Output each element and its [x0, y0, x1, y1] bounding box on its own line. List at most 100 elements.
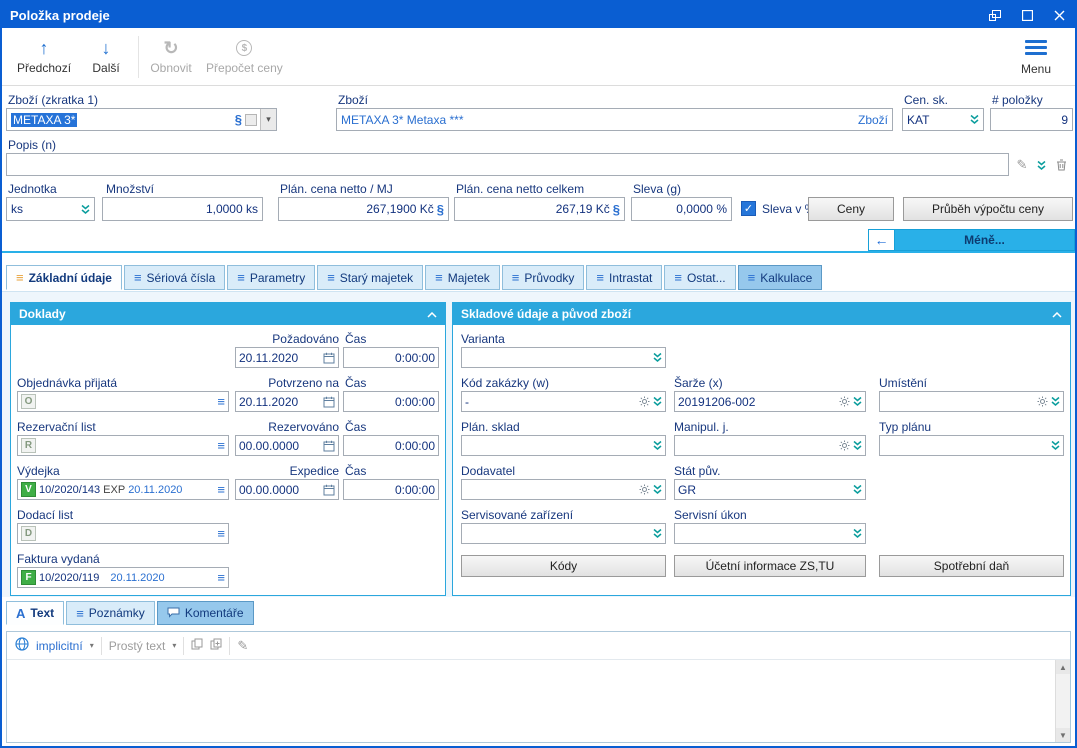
delivery-note-field[interactable]: D ≡ — [17, 523, 229, 544]
less-button[interactable]: ← Méně... — [868, 229, 1075, 251]
zbozi-button[interactable]: Zboží — [858, 113, 888, 127]
tab-kalkulace[interactable]: ≡ Kalkulace — [737, 265, 823, 290]
supplier-combo[interactable] — [461, 479, 666, 500]
price-rates-icon[interactable]: § — [235, 112, 242, 127]
maximize-window-icon[interactable] — [1011, 2, 1043, 28]
collapse-icon[interactable] — [1052, 307, 1062, 321]
requested-time-field[interactable]: 0:00:00 — [343, 347, 439, 368]
tab-komentare[interactable]: Komentáře — [156, 601, 254, 625]
tab-majetek[interactable]: ≡ Majetek — [425, 265, 500, 290]
doc-date[interactable]: 20.11.2020 — [110, 572, 164, 584]
quantity-field[interactable]: 1,0000 ks — [102, 197, 263, 221]
dock-window-icon[interactable] — [979, 2, 1011, 28]
toolbar-separator — [183, 636, 185, 655]
text-editor-area[interactable]: ▲ ▼ — [7, 660, 1070, 742]
tab-text[interactable]: A Text — [6, 601, 65, 625]
invoice-field[interactable]: F 10/2020/119 20.11.2020 ≡ — [17, 567, 229, 588]
unit-combo[interactable]: ks — [6, 197, 95, 221]
product-short-field[interactable]: METAXA 3* § ▾ — [6, 108, 277, 131]
total-price-field[interactable]: 267,19 Kč § — [454, 197, 625, 221]
discount-percent-checkbox[interactable]: ✓ Sleva v % — [741, 201, 815, 216]
menu-button[interactable]: Menu — [1005, 31, 1067, 83]
gear-icon[interactable] — [1037, 396, 1048, 407]
doc-menu-icon[interactable]: ≡ — [217, 394, 225, 409]
previous-button[interactable]: ↑ Předchozí — [10, 31, 78, 83]
doc-menu-icon[interactable]: ≡ — [217, 570, 225, 585]
item-count-field[interactable]: 9 — [990, 108, 1073, 131]
dropdown-arrow-icon[interactable]: ▾ — [260, 109, 276, 130]
reservation-field[interactable]: R ≡ — [17, 435, 229, 456]
calendar-icon[interactable] — [323, 352, 335, 364]
order-received-field[interactable]: O ≡ — [17, 391, 229, 412]
serviced-device-combo[interactable] — [461, 523, 666, 544]
tab-zakladni-udaje[interactable]: ≡ Základní údaje — [6, 265, 122, 290]
edit-pencil-icon[interactable]: ✎ — [1013, 155, 1031, 175]
unit-price-field[interactable]: 267,1900 Kč § — [278, 197, 449, 221]
attachment-icon[interactable] — [245, 113, 257, 126]
close-window-icon[interactable] — [1043, 2, 1075, 28]
codes-button[interactable]: Kódy — [461, 555, 666, 577]
excise-tax-button[interactable]: Spotřební daň — [879, 555, 1064, 577]
trash-icon[interactable] — [1052, 155, 1070, 175]
prices-button[interactable]: Ceny — [808, 197, 894, 221]
description-double-chevron-icon[interactable] — [1032, 155, 1050, 175]
next-button[interactable]: ↓ Další — [78, 31, 134, 83]
plan-warehouse-combo[interactable] — [461, 435, 666, 456]
copy-icon[interactable] — [191, 638, 203, 653]
tab-parametry[interactable]: ≡ Parametry — [227, 265, 316, 290]
edit-pencil-icon[interactable]: ✎ — [237, 638, 248, 654]
plan-type-combo[interactable] — [879, 435, 1064, 456]
description-field[interactable] — [6, 153, 1009, 176]
gear-icon[interactable] — [839, 440, 850, 451]
doc-menu-icon[interactable]: ≡ — [217, 438, 225, 453]
gear-icon[interactable] — [839, 396, 850, 407]
scroll-down-icon[interactable]: ▼ — [1056, 728, 1070, 742]
gear-icon[interactable] — [639, 396, 650, 407]
product-field[interactable]: METAXA 3* Metaxa *** Zboží — [336, 108, 893, 131]
language-selector[interactable]: implicitní — [36, 639, 83, 653]
refresh-button[interactable]: ↻ Obnovit — [143, 31, 199, 83]
location-combo[interactable] — [879, 391, 1064, 412]
recalculate-price-button[interactable]: $ Přepočet ceny — [199, 31, 290, 83]
handling-unit-combo[interactable] — [674, 435, 866, 456]
copy-plus-icon[interactable] — [210, 638, 222, 653]
expedition-time-field[interactable]: 0:00:00 — [343, 479, 439, 500]
discount-field[interactable]: 0,0000 % — [631, 197, 732, 221]
scroll-up-icon[interactable]: ▲ — [1056, 660, 1070, 674]
tab-intrastat[interactable]: ≡ Intrastat — [586, 265, 663, 290]
gear-icon[interactable] — [639, 484, 650, 495]
calendar-icon[interactable] — [323, 396, 335, 408]
tab-ostatni[interactable]: ≡ Ostat... — [664, 265, 736, 290]
origin-country-combo[interactable]: GR — [674, 479, 866, 500]
doc-menu-icon[interactable]: ≡ — [217, 526, 225, 541]
tab-stary-majetek[interactable]: ≡ Starý majetek — [317, 265, 424, 290]
tab-poznamky[interactable]: ≡ Poznámky — [66, 601, 155, 625]
tab-seriova-cisla[interactable]: ≡ Sériová čísla — [123, 265, 226, 290]
reserved-time-field[interactable]: 0:00:00 — [343, 435, 439, 456]
expedition-date-field[interactable]: 00.00.0000 — [235, 479, 339, 500]
scrollbar[interactable]: ▲ ▼ — [1055, 660, 1070, 742]
calendar-icon[interactable] — [323, 484, 335, 496]
requested-date-field[interactable]: 20.11.2020 — [235, 347, 339, 368]
confirmed-time-field[interactable]: 0:00:00 — [343, 391, 439, 412]
tab-pruvodky[interactable]: ≡ Průvodky — [501, 265, 585, 290]
price-rates-icon[interactable]: § — [613, 202, 620, 217]
reserved-date-field[interactable]: 00.00.0000 — [235, 435, 339, 456]
collapse-icon[interactable] — [427, 307, 437, 321]
globe-icon[interactable] — [15, 637, 29, 654]
unit-label: Jednotka — [8, 182, 57, 196]
calendar-icon[interactable] — [323, 440, 335, 452]
price-group-combo[interactable]: KAT — [902, 108, 984, 131]
service-task-combo[interactable] — [674, 523, 866, 544]
price-rates-icon[interactable]: § — [437, 202, 444, 217]
batch-combo[interactable]: 20191206-002 — [674, 391, 866, 412]
price-progress-button[interactable]: Průběh výpočtu ceny — [903, 197, 1073, 221]
issue-field[interactable]: V 10/2020/143 EXP 20.11.2020 ≡ — [17, 479, 229, 500]
variant-combo[interactable] — [461, 347, 666, 368]
doc-menu-icon[interactable]: ≡ — [217, 482, 225, 497]
order-code-combo[interactable]: - — [461, 391, 666, 412]
doc-date[interactable]: 20.11.2020 — [128, 484, 182, 496]
accounting-info-button[interactable]: Účetní informace ZS,TU — [674, 555, 866, 577]
format-selector[interactable]: Prostý text — [109, 639, 166, 653]
confirmed-date-field[interactable]: 20.11.2020 — [235, 391, 339, 412]
